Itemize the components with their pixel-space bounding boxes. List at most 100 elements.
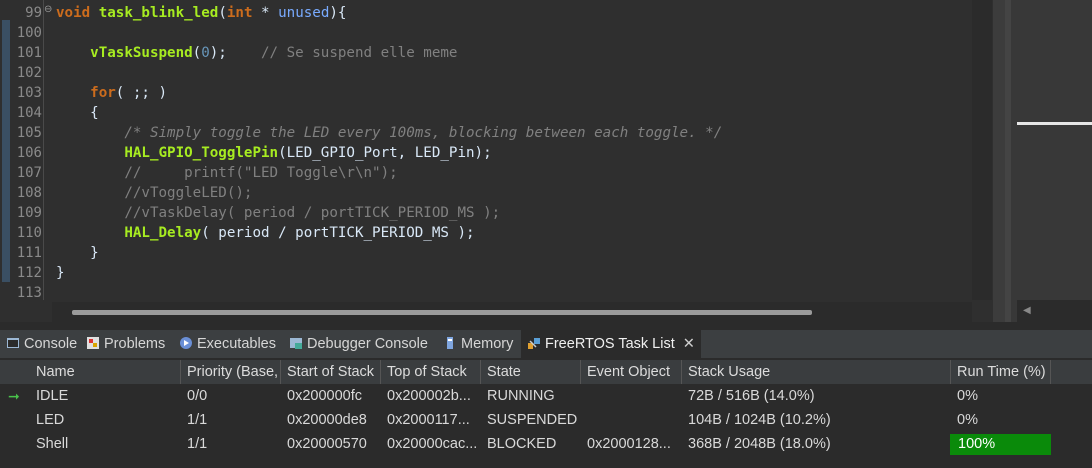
cell-stack-usage: 72B / 516B (14.0%) [688, 388, 815, 404]
tab-label: Problems [104, 336, 166, 352]
code-token: /* Simply toggle the LED every 100ms, bl… [124, 125, 723, 141]
debugger-console-icon [289, 332, 303, 349]
line-number: 111 [16, 245, 42, 261]
cell-priority: 1/1 [187, 436, 208, 452]
cell-name: IDLE [36, 388, 69, 404]
line-number: 112 [16, 265, 42, 281]
tab-executables[interactable]: Executables [179, 330, 276, 358]
cell-start-of-stack: 0x200000fc [287, 388, 362, 404]
cell-priority: 0/0 [187, 388, 208, 404]
column-header-top-of-stack[interactable]: Top of Stack [381, 360, 481, 384]
tab-label: Executables [197, 336, 276, 352]
tab-freertos-task-list[interactable]: FreeRTOS Task List ✕ [521, 330, 701, 358]
line-number: 105 [16, 125, 42, 141]
code-token: ( period / portTICK_PERIOD_MS ); [201, 225, 475, 241]
scroll-left-icon[interactable]: ◀ [1023, 305, 1031, 316]
cell-stack-usage: 104B / 1024B (10.2%) [688, 412, 831, 428]
column-header-run-time[interactable]: Run Time (%) [951, 360, 1051, 384]
code-line: for( ;; ) [56, 83, 167, 103]
cell-event-object: 0x2000128... [587, 436, 671, 452]
console-icon [6, 332, 20, 348]
tab-label: Memory [461, 336, 514, 352]
line-number: 110 [16, 225, 42, 241]
code-line: //vTaskDelay( period / portTICK_PERIOD_M… [56, 203, 500, 223]
side-panel: ◀ [1005, 0, 1092, 322]
code-token: // printf("LED Toggle\r\n"); [124, 165, 398, 181]
table-row[interactable]: ➞ IDLE 0/0 0x200000fc 0x200002b... RUNNI… [0, 384, 1092, 408]
cell-run-time: 0% [957, 412, 978, 428]
code-token: for [90, 85, 116, 101]
tab-console[interactable]: Console [6, 330, 77, 358]
cell-name: LED [36, 412, 65, 428]
code-line: HAL_Delay( period / portTICK_PERIOD_MS )… [56, 223, 475, 243]
code-token: vTaskSuspend [90, 45, 193, 61]
problems-icon [86, 332, 100, 349]
code-token: void [56, 5, 99, 21]
horizontal-scrollbar[interactable] [52, 302, 972, 322]
code-line: // printf("LED Toggle\r\n"); [56, 163, 398, 183]
code-editor[interactable]: ⊖ 99 100 101 102 103 104 105 106 107 108 109 110 111… [0, 0, 1005, 322]
freertos-icon [527, 332, 541, 349]
code-token: unused [278, 5, 330, 21]
code-token: { [56, 105, 99, 121]
table-row[interactable]: LED 1/1 0x20000de8 0x2000117... SUSPENDE… [0, 408, 1092, 432]
tab-problems[interactable]: Problems [86, 330, 165, 358]
code-token: 0 [201, 45, 210, 61]
cell-state: RUNNING [487, 388, 555, 404]
view-tab-bar: Console Problems Executables Debugger Co… [0, 330, 1092, 358]
code-token: } [56, 265, 65, 281]
cell-run-time: 100% [958, 436, 996, 452]
line-number: 101 [16, 45, 42, 61]
column-header-state[interactable]: State [481, 360, 581, 384]
column-header-start-of-stack[interactable]: Start of Stack [281, 360, 381, 384]
code-line: void task_blink_led(int * unused){ [56, 3, 346, 23]
vertical-scrollbar[interactable] [993, 0, 1005, 322]
code-line: HAL_GPIO_TogglePin(LED_GPIO_Port, LED_Pi… [56, 143, 491, 163]
line-number: 106 [16, 145, 42, 161]
line-number: 102 [16, 65, 42, 81]
cell-state: SUSPENDED [487, 412, 578, 428]
line-number: 100 [16, 25, 42, 41]
code-token: ); [209, 45, 262, 61]
line-number: 103 [16, 85, 42, 101]
code-token: //vToggleLED(); [124, 185, 253, 201]
code-token: HAL_GPIO_TogglePin [124, 145, 279, 161]
running-arrow-icon: ➞ [8, 388, 20, 404]
tab-label: FreeRTOS Task List [545, 336, 675, 352]
code-token: ){ [329, 5, 347, 21]
cell-top-of-stack: 0x20000cac... [387, 436, 478, 452]
cell-state: BLOCKED [487, 436, 557, 452]
task-list-table: Name Priority (Base, Start of Stack Top … [0, 358, 1092, 468]
close-tab-icon[interactable]: ✕ [683, 336, 695, 352]
line-number: 99 [25, 5, 42, 21]
column-header-priority[interactable]: Priority (Base, [181, 360, 281, 384]
code-line: } [56, 263, 65, 283]
code-line: vTaskSuspend(0); // Se suspend elle meme [56, 43, 457, 63]
code-line: } [56, 243, 99, 263]
overview-ruler [972, 0, 992, 300]
tab-debugger-console[interactable]: Debugger Console [289, 330, 428, 358]
code-token: ( [218, 5, 227, 21]
code-token: ( [192, 45, 202, 61]
table-header: Name Priority (Base, Start of Stack Top … [0, 360, 1092, 384]
memory-icon [443, 332, 457, 349]
column-header-name[interactable]: Name [30, 360, 181, 384]
fold-toggle-icon[interactable]: ⊖ [44, 4, 52, 15]
code-token: ( ;; ) [115, 85, 168, 101]
scrollbar-thumb[interactable] [72, 310, 812, 315]
cell-name: Shell [36, 436, 69, 452]
code-token: } [56, 245, 99, 261]
line-number: 113 [16, 285, 42, 301]
cell-start-of-stack: 0x20000570 [287, 436, 367, 452]
column-header-stack-usage[interactable]: Stack Usage [682, 360, 951, 384]
tab-memory[interactable]: Memory [443, 330, 513, 358]
table-row[interactable]: Shell 1/1 0x20000570 0x20000cac... BLOCK… [0, 432, 1092, 456]
column-header-event-object[interactable]: Event Object [581, 360, 682, 384]
line-number: 107 [16, 165, 42, 181]
